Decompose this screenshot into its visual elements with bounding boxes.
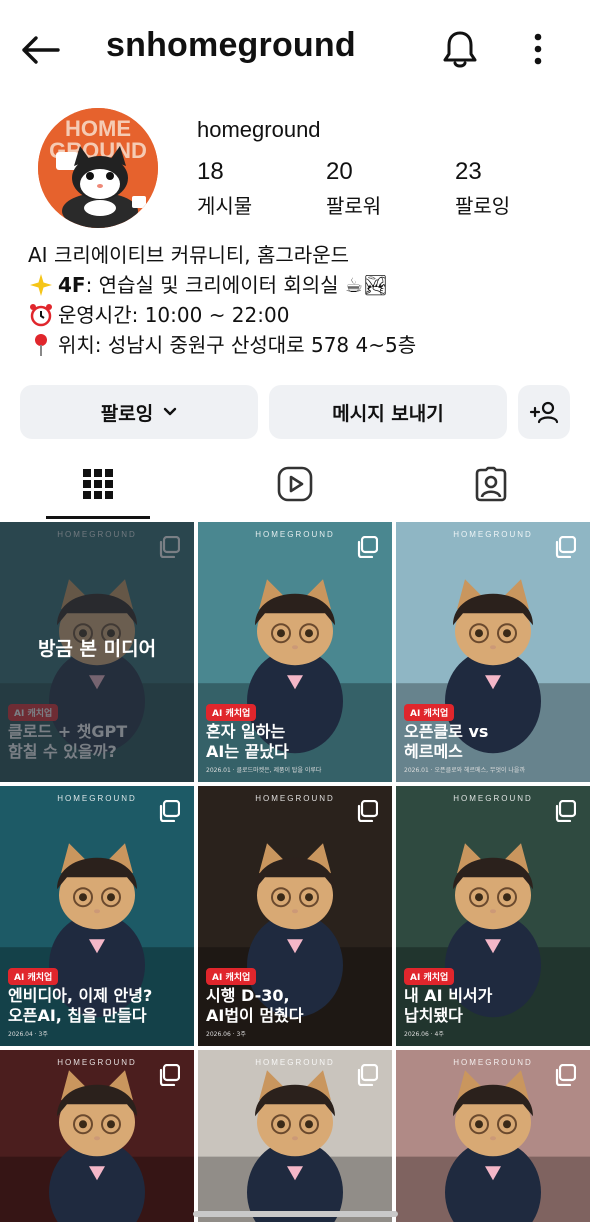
stat-value: 20 — [326, 158, 353, 185]
posts-count-stat[interactable]: 18 게시물 — [197, 158, 252, 219]
message-label: 메시지 보내기 — [332, 402, 444, 425]
back-button[interactable] — [18, 28, 62, 72]
active-tab-indicator — [46, 516, 150, 519]
add-person-icon — [529, 401, 559, 424]
bio-line: AI 크리에이티브 커뮤니티, 홈그라운드 — [28, 240, 568, 270]
reels-icon — [277, 466, 313, 502]
post-tile[interactable]: HOMEGROUND AI 캐치업 시행 D-30, AI법이 멈췄다 2026.06… — [198, 786, 392, 1046]
post-subtext: 2026.06 · 4주 — [404, 1031, 444, 1038]
profile-avatar[interactable]: HOME GROUND — [38, 108, 158, 228]
post-subtext: 2026.06 · 3주 — [206, 1031, 246, 1038]
post-tile[interactable]: HOMEGROUND — [396, 1050, 590, 1222]
profile-tabs — [0, 450, 590, 520]
post-headline: 혼자 일하는 AI는 끝났다 — [206, 722, 289, 761]
arrow-left-icon — [22, 36, 60, 64]
bio-text: : 연습실 및 크리에이터 회의실 ☕🏞 — [85, 273, 389, 297]
post-headline: 엔비디아, 이제 안녕? 오픈AI, 칩을 만들다 — [8, 986, 153, 1025]
profile-bio: AI 크리에이티브 커뮤니티, 홈그라운드 4F: 연습실 및 크리에이터 회의… — [28, 240, 568, 360]
post-headline: 시행 D-30, AI법이 멈췄다 — [206, 986, 304, 1025]
post-tile[interactable]: HOMEGROUND — [0, 1050, 194, 1222]
bio-line: 4F: 연습실 및 크리에이터 회의실 ☕🏞 — [28, 270, 568, 300]
post-category-badge: AI 캐치업 — [8, 968, 59, 985]
carousel-icon — [158, 799, 181, 823]
grid-icon — [83, 469, 113, 499]
page-title: snhomeground — [106, 26, 356, 64]
posts-grid: HOMEGROUNDAI 캐치업클로드 + 챗GPT 함칠 수 있을까?방금 본… — [0, 522, 590, 1222]
chevron-down-icon — [164, 407, 177, 416]
following-count-stat[interactable]: 23 팔로잉 — [455, 158, 510, 219]
carousel-icon — [356, 799, 379, 823]
carousel-icon — [554, 535, 577, 559]
post-category-badge: AI 캐치업 — [206, 968, 257, 985]
post-headline: 오픈클로 vs 헤르메스 — [404, 722, 489, 761]
profile-name: homeground — [197, 117, 321, 142]
following-label: 팔로잉 — [100, 402, 154, 425]
home-indicator — [193, 1211, 398, 1217]
tab-tagged[interactable] — [393, 450, 589, 518]
post-tile[interactable]: HOMEGROUND AI 캐치업 오픈클로 vs 헤르메스 2026.01 · 오픈… — [396, 522, 590, 782]
carousel-icon — [356, 1063, 379, 1087]
bio-text: 위치: 성남시 중원구 산성대로 578 4~5층 — [58, 333, 417, 357]
more-vertical-icon — [534, 33, 542, 65]
bio-line: 위치: 성남시 중원구 산성대로 578 4~5층 — [28, 330, 568, 360]
sparkle-star-icon — [28, 272, 54, 298]
post-category-badge: AI 캐치업 — [206, 704, 257, 721]
send-message-button[interactable]: 메시지 보내기 — [269, 385, 507, 439]
top-app-bar: snhomeground — [0, 0, 590, 100]
post-tile[interactable]: HOMEGROUND AI 캐치업 혼자 일하는 AI는 끝났다 2026.01 · … — [198, 522, 392, 782]
notifications-button[interactable] — [438, 27, 482, 71]
post-tile[interactable]: HOMEGROUND AI 캐치업 엔비디아, 이제 안녕? 오픈AI, 칩을 만들… — [0, 786, 194, 1046]
post-subtext: 2026.01 · 오픈클로와 헤르메스, 무엇이 나을까 — [404, 767, 525, 774]
avatar-cat-logo: HOME GROUND — [38, 108, 158, 228]
tab-posts-grid[interactable] — [0, 450, 196, 518]
carousel-icon — [158, 1063, 181, 1087]
carousel-icon — [554, 799, 577, 823]
tab-reels[interactable] — [197, 450, 393, 518]
more-options-button[interactable] — [518, 27, 558, 71]
post-category-badge: AI 캐치업 — [404, 704, 455, 721]
stat-label: 팔로워 — [326, 194, 382, 218]
following-button[interactable]: 팔로잉 — [20, 385, 258, 439]
bio-text: AI 크리에이티브 커뮤니티, 홈그라운드 — [28, 243, 350, 267]
alarm-clock-icon — [28, 302, 54, 328]
carousel-icon — [356, 535, 379, 559]
bio-text: 운영시간: 10:00 ~ 22:00 — [58, 303, 290, 327]
tagged-icon — [475, 466, 507, 502]
recently-viewed-label: 방금 본 미디어 — [37, 638, 157, 660]
post-tile[interactable]: HOMEGROUND AI 캐치업 내 AI 비서가 납치됐다 2026.06 · 4… — [396, 786, 590, 1046]
bio-bold-text: 4F — [58, 273, 86, 297]
suggest-people-button[interactable] — [518, 385, 570, 439]
stat-label: 팔로잉 — [455, 194, 511, 218]
post-headline: 내 AI 비서가 납치됐다 — [404, 986, 493, 1025]
stat-label: 게시물 — [197, 194, 253, 218]
post-category-badge: AI 캐치업 — [404, 968, 455, 985]
pin-icon — [28, 332, 54, 358]
carousel-icon — [554, 1063, 577, 1087]
post-subtext: 2026.04 · 3주 — [8, 1031, 48, 1038]
followers-count-stat[interactable]: 20 팔로워 — [326, 158, 381, 219]
post-subtext: 2026.01 · 클로드마켓은, 제품이 탑을 이루다 — [206, 767, 322, 774]
bio-line: 운영시간: 10:00 ~ 22:00 — [28, 300, 568, 330]
post-tile[interactable]: HOMEGROUNDAI 캐치업클로드 + 챗GPT 함칠 수 있을까?방금 본… — [0, 522, 194, 782]
bell-icon — [443, 31, 477, 68]
stat-value: 23 — [455, 158, 482, 185]
stat-value: 18 — [197, 158, 224, 185]
post-tile[interactable]: HOMEGROUND — [198, 1050, 392, 1222]
